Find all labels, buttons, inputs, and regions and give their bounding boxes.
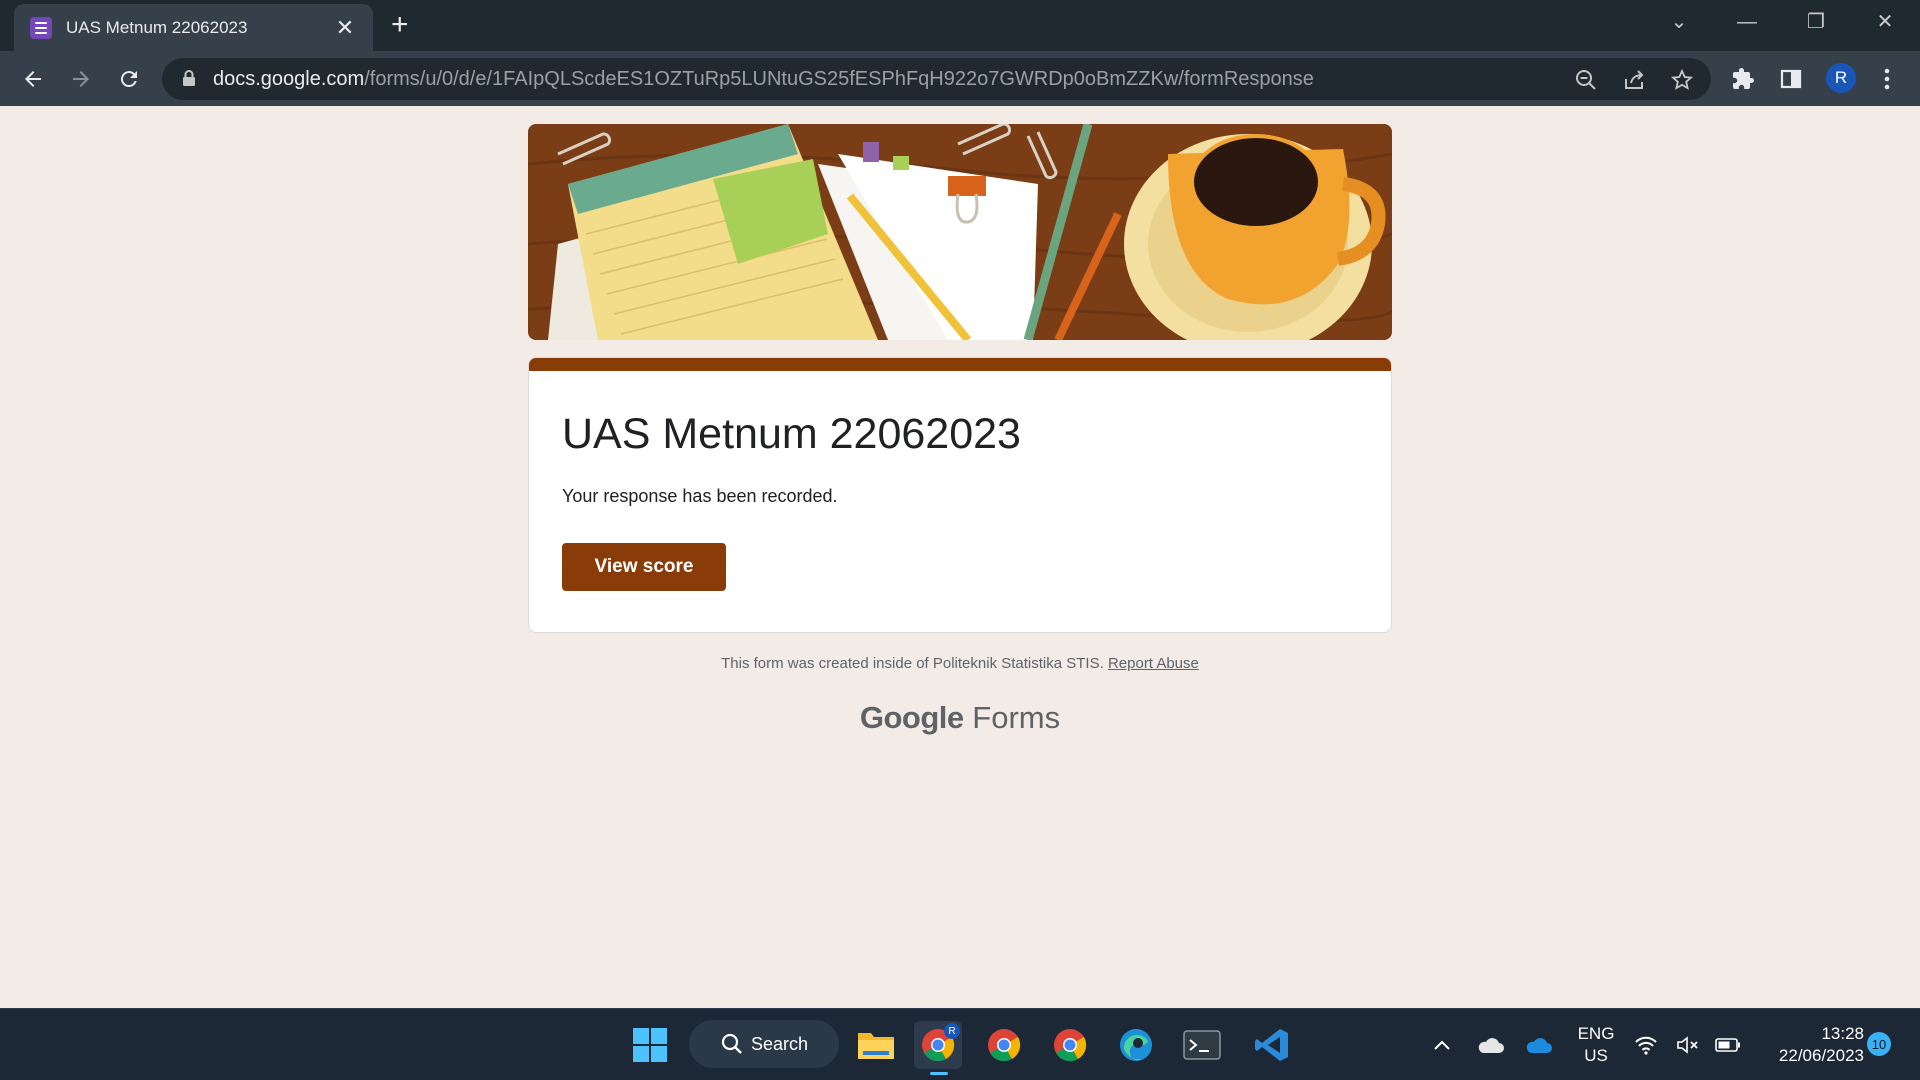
zoom-out-icon[interactable] (1573, 67, 1599, 93)
clock-date: 22/06/2023 (1778, 1046, 1864, 1065)
reload-icon[interactable] (113, 63, 145, 95)
vscode-icon[interactable] (1248, 1021, 1296, 1069)
speaker-muted-icon[interactable] (1670, 1021, 1706, 1069)
star-icon[interactable] (1669, 67, 1695, 93)
back-icon[interactable] (17, 63, 49, 95)
chrome-icon[interactable]: R (914, 1021, 962, 1075)
windows-start-icon[interactable] (626, 1021, 674, 1069)
clock[interactable]: 13:28 22/06/2023 (1752, 1023, 1864, 1067)
close-icon[interactable]: ✕ (333, 15, 357, 40)
report-abuse-link[interactable]: Report Abuse (1108, 655, 1199, 672)
form-header-image (528, 124, 1392, 340)
chrome-profile-icon[interactable] (980, 1021, 1028, 1069)
wifi-icon[interactable] (1628, 1021, 1664, 1069)
chrome-profile-icon[interactable] (1046, 1021, 1094, 1069)
chevron-down-icon[interactable]: ⌄ (1663, 8, 1695, 36)
response-card: UAS Metnum 22062023 Your response has be… (528, 357, 1392, 633)
notification-badge[interactable]: 10 (1867, 1032, 1891, 1056)
share-icon[interactable] (1621, 67, 1647, 93)
card-accent-bar (529, 358, 1391, 371)
confirmation-message: Your response has been recorded. (562, 486, 838, 506)
taskbar: Search R ENG US 13:28 22/06/2023 (0, 1008, 1920, 1080)
forms-icon (30, 16, 52, 39)
form-title: UAS Metnum 22062023 (562, 410, 1021, 458)
terminal-icon[interactable] (1178, 1021, 1226, 1069)
plus-icon[interactable]: + (391, 10, 409, 40)
url-text: docs.google.com/forms/u/0/d/e/1FAIpQLScd… (213, 68, 1314, 90)
google-forms-logo[interactable]: Google Forms (0, 700, 1920, 736)
restore-icon[interactable]: ❐ (1800, 8, 1832, 36)
profile-avatar[interactable]: R (1826, 63, 1856, 93)
language-indicator[interactable]: ENG US (1574, 1023, 1618, 1067)
lock-icon (182, 69, 196, 92)
browser-toolbar: docs.google.com/forms/u/0/d/e/1FAIpQLScd… (0, 51, 1920, 106)
tab-title: UAS Metnum 22062023 (66, 17, 248, 37)
search-label: Search (751, 1033, 809, 1054)
view-score-button[interactable]: View score (562, 543, 726, 591)
brand-google: Google (859, 700, 964, 735)
clock-time: 13:28 (1821, 1024, 1864, 1043)
brand-forms: Forms (972, 700, 1061, 735)
tab-active[interactable]: UAS Metnum 22062023 ✕ (14, 4, 373, 51)
minimize-icon[interactable]: — (1731, 8, 1763, 36)
extensions-icon[interactable] (1729, 65, 1757, 93)
lang-bottom: US (1584, 1046, 1608, 1065)
forward-icon[interactable] (65, 63, 97, 95)
lang-top: ENG (1577, 1024, 1615, 1043)
footer-note: This form was created inside of Politekn… (0, 655, 1920, 672)
taskbar-search[interactable]: Search (689, 1020, 839, 1068)
side-panel-icon[interactable] (1777, 65, 1805, 93)
close-window-icon[interactable]: ✕ (1869, 8, 1901, 36)
chevron-up-icon[interactable] (1418, 1021, 1466, 1069)
edge-icon[interactable] (1112, 1021, 1160, 1069)
address-bar[interactable]: docs.google.com/forms/u/0/d/e/1FAIpQLScd… (162, 58, 1711, 100)
footer-text: This form was created inside of Politekn… (721, 655, 1104, 672)
search-icon (721, 1033, 743, 1060)
onedrive-icon[interactable] (1514, 1021, 1562, 1069)
file-explorer-icon[interactable] (852, 1021, 900, 1069)
battery-icon[interactable] (1710, 1021, 1746, 1069)
tab-strip: UAS Metnum 22062023 ✕ + ⌄ — ❐ ✕ (0, 0, 1920, 51)
menu-icon[interactable] (1873, 65, 1901, 93)
cloud-icon[interactable] (1466, 1021, 1514, 1069)
